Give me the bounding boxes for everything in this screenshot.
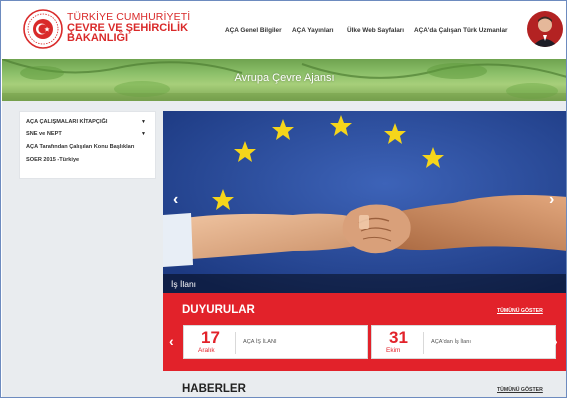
nav-yayinlar[interactable]: AÇA Yayınları xyxy=(292,27,334,34)
image-slider[interactable]: İş İlanı ‹ › xyxy=(163,111,566,293)
nav-turk-uzmanlar[interactable]: AÇA'da Çalışan Türk Uzmanlar xyxy=(414,27,508,34)
chevron-right-icon[interactable]: › xyxy=(553,333,558,349)
divider xyxy=(423,332,424,354)
announcement-day: 17 xyxy=(201,328,220,347)
caret-down-icon[interactable]: ▼ xyxy=(141,119,146,125)
divider xyxy=(235,332,236,354)
ministry-brand[interactable]: TÜRKİYE CUMHURİYETİ ÇEVRE VE ŞEHİRCİLİK … xyxy=(67,12,190,44)
slide-caption[interactable]: İş İlanı xyxy=(171,279,196,289)
sidebar-menu: AÇA ÇALIŞMALARI KİTAPÇIĞI ▼ SNE ve NEPT … xyxy=(19,111,156,179)
announcement-card[interactable]: 31 Ekim AÇA'dan İş İlanı xyxy=(371,325,556,359)
ministry-seal-icon[interactable] xyxy=(23,9,63,49)
chevron-left-icon[interactable]: ‹ xyxy=(173,191,178,209)
sidebar-item-calismalar-kitapcigi[interactable]: AÇA ÇALIŞMALARI KİTAPÇIĞI xyxy=(26,119,107,125)
brand-line-3: BAKANLIĞI xyxy=(67,32,129,44)
brand-line-1: TÜRKİYE CUMHURİYETİ xyxy=(67,11,191,23)
hero-banner: Avrupa Çevre Ajansı xyxy=(2,59,566,101)
chevron-left-icon[interactable]: ‹ xyxy=(169,333,174,349)
announcement-month: Ekim xyxy=(386,347,401,354)
caret-down-icon[interactable]: ▼ xyxy=(141,131,146,137)
announcements-show-all-link[interactable]: TÜMÜNÜ GÖSTER xyxy=(497,308,543,314)
user-avatar[interactable] xyxy=(527,11,563,47)
nav-ulke-web-sayfalari[interactable]: Ülke Web Sayfaları xyxy=(347,27,404,34)
news-show-all-link[interactable]: TÜMÜNÜ GÖSTER xyxy=(497,387,543,393)
sidebar-item-sne-nept[interactable]: SNE ve NEPT xyxy=(26,131,62,137)
sidebar-item-soer-2015[interactable]: SOER 2015 -Türkiye xyxy=(26,157,79,163)
sidebar-item-konu-basliklari[interactable]: AÇA Tarafından Çalışılan Konu Başlıkları xyxy=(26,144,134,150)
announcements-section: DUYURULAR TÜMÜNÜ GÖSTER ‹ 17 Aralık AÇA … xyxy=(163,293,566,371)
announcement-month: Aralık xyxy=(198,347,215,354)
slide-caption-bar xyxy=(163,274,566,293)
announcement-text[interactable]: AÇA'dan İş İlanı xyxy=(431,339,471,345)
chevron-right-icon[interactable]: › xyxy=(549,191,554,209)
page-frame: TÜRKİYE CUMHURİYETİ ÇEVRE VE ŞEHİRCİLİK … xyxy=(0,0,567,398)
announcements-title: DUYURULAR xyxy=(182,304,255,316)
nav-genel-bilgiler[interactable]: AÇA Genel Bilgiler xyxy=(225,27,282,34)
banner-title: Avrupa Çevre Ajansı xyxy=(234,72,335,84)
news-title: HABERLER xyxy=(182,383,246,395)
news-section: HABERLER TÜMÜNÜ GÖSTER xyxy=(163,371,566,397)
handshake-eu-flag-image xyxy=(163,111,566,293)
announcement-text[interactable]: AÇA İŞ İLANI xyxy=(243,339,277,345)
announcement-day: 31 xyxy=(389,328,408,347)
site-header: TÜRKİYE CUMHURİYETİ ÇEVRE VE ŞEHİRCİLİK … xyxy=(1,1,566,59)
announcement-card[interactable]: 17 Aralık AÇA İŞ İLANI xyxy=(183,325,368,359)
